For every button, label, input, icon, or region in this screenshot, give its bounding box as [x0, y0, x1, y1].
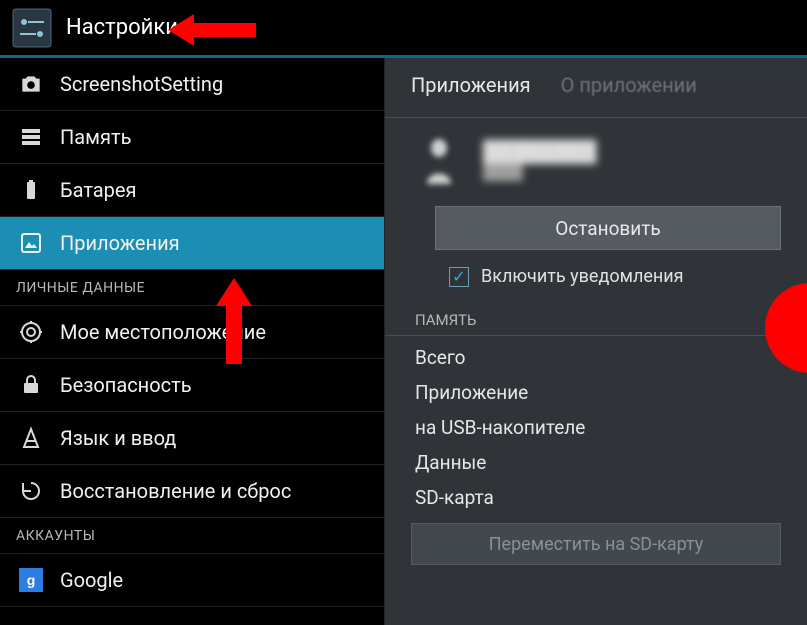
- sidebar-item-label: Восстановление и сброс: [60, 479, 291, 503]
- settings-icon: [12, 8, 52, 48]
- notifications-label: Включить уведомления: [481, 266, 684, 287]
- sidebar: ScreenshotSetting Память Батарея Приложе…: [0, 58, 385, 625]
- app-icon: [415, 136, 463, 184]
- battery-icon: [18, 177, 44, 203]
- sidebar-item-label: Язык и ввод: [60, 426, 176, 450]
- sidebar-item-label: Мое местоположение: [60, 320, 266, 344]
- sidebar-item-screenshot[interactable]: ScreenshotSetting: [0, 58, 384, 111]
- google-icon: g: [18, 567, 44, 593]
- sidebar-item-memory[interactable]: Память: [0, 111, 384, 164]
- page-title: Настройки: [66, 15, 178, 40]
- memory-list: Всего Приложение на USB-накопителе Данны…: [385, 336, 807, 515]
- location-icon: [18, 319, 44, 345]
- notifications-row[interactable]: ✓ Включить уведомления: [385, 250, 807, 297]
- tab-about[interactable]: О приложении: [561, 73, 697, 103]
- stop-button[interactable]: Остановить: [435, 206, 781, 250]
- sidebar-item-label: Google: [60, 568, 123, 592]
- memory-section: ПАМЯТЬ: [385, 297, 807, 336]
- apps-icon: [18, 230, 44, 256]
- sidebar-item-location[interactable]: Мое местоположение: [0, 306, 384, 359]
- checkbox-icon[interactable]: ✓: [449, 267, 469, 287]
- mem-row: Всего: [415, 340, 777, 375]
- mem-row: SD-карта: [415, 480, 777, 515]
- section-personal: ЛИЧНЫЕ ДАННЫЕ: [0, 270, 384, 306]
- mem-row: на USB-накопителе: [415, 410, 777, 445]
- detail-pane: Приложения О приложении ████████ ████ Ос…: [385, 58, 807, 625]
- sidebar-item-label: Приложения: [60, 231, 180, 255]
- mem-row: Данные: [415, 445, 777, 480]
- sidebar-item-reset[interactable]: Восстановление и сброс: [0, 465, 384, 518]
- sidebar-item-language[interactable]: Язык и ввод: [0, 412, 384, 465]
- svg-text:g: g: [27, 572, 36, 588]
- section-accounts: АККАУНТЫ: [0, 518, 384, 554]
- sidebar-item-battery[interactable]: Батарея: [0, 164, 384, 217]
- lock-icon: [18, 372, 44, 398]
- sidebar-item-label: ScreenshotSetting: [60, 72, 223, 96]
- sidebar-item-label: Безопасность: [60, 373, 192, 397]
- sidebar-item-security[interactable]: Безопасность: [0, 359, 384, 412]
- tab-apps[interactable]: Приложения: [411, 73, 531, 103]
- sidebar-item-google[interactable]: g Google: [0, 554, 384, 607]
- tabs: Приложения О приложении: [385, 58, 807, 118]
- app-name: ████████: [483, 139, 596, 164]
- app-header: ████████ ████: [385, 118, 807, 194]
- move-to-sd-button[interactable]: Переместить на SD-карту: [411, 523, 781, 565]
- settings-screen: Настройки ScreenshotSetting Память Бата: [0, 0, 807, 625]
- app-sub: ████: [483, 164, 596, 181]
- header: Настройки: [0, 0, 807, 58]
- storage-icon: [18, 124, 44, 150]
- sidebar-item-apps[interactable]: Приложения: [0, 217, 384, 270]
- camera-icon: [18, 71, 44, 97]
- sidebar-item-label: Батарея: [60, 178, 136, 202]
- mem-row: Приложение: [415, 375, 777, 410]
- sidebar-item-label: Память: [60, 125, 131, 149]
- language-icon: [18, 425, 44, 451]
- reset-icon: [18, 478, 44, 504]
